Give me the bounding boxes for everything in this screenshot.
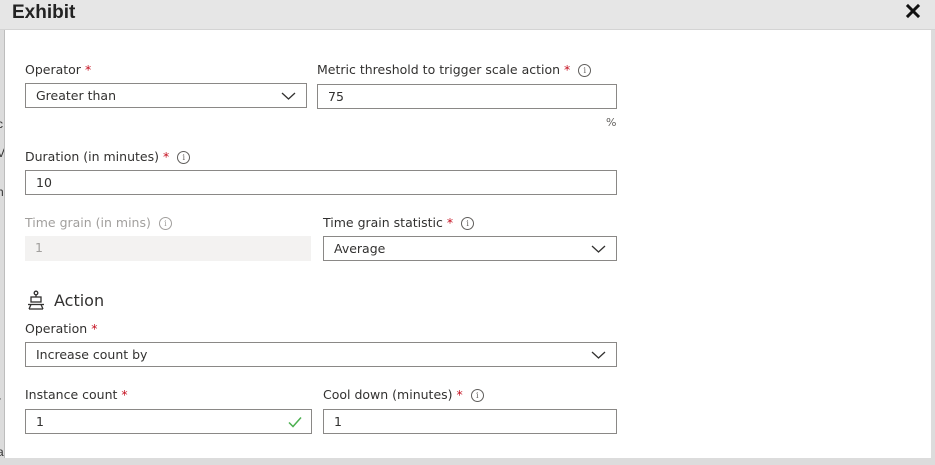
duration-input[interactable]: 10 [25, 170, 617, 195]
operator-dropdown[interactable]: Greater than [25, 83, 307, 108]
required-marker: * [121, 387, 128, 402]
background-text-fragment: c [0, 118, 3, 130]
background-text-fragment: h [0, 186, 4, 198]
metric-threshold-value: 75 [328, 89, 344, 104]
title-bar: Exhibit [0, 0, 935, 30]
background-text-fragment: V [0, 147, 4, 159]
operation-label: Operation * [25, 321, 98, 336]
required-marker: * [84, 62, 92, 77]
required-marker: * [446, 215, 454, 230]
background-text-fragment: a [0, 446, 4, 458]
dialog-frame-right [931, 30, 935, 465]
info-icon[interactable]: i [470, 389, 484, 402]
instance-count-value: 1 [36, 414, 44, 429]
dialog-frame-line [4, 30, 5, 458]
operator-value: Greater than [36, 88, 117, 103]
required-marker: * [456, 387, 463, 402]
dialog-frame-bottom [0, 458, 935, 465]
time-grain-label: Time grain (in mins) i [25, 215, 172, 231]
background-text-fragment: r [0, 395, 4, 407]
metric-threshold-label: Metric threshold to trigger scale action… [317, 62, 592, 78]
chevron-down-icon [591, 245, 606, 253]
time-grain-statistic-value: Average [334, 241, 386, 256]
time-grain-statistic-dropdown[interactable]: Average [323, 236, 617, 261]
info-icon[interactable]: i [578, 64, 592, 77]
operation-dropdown[interactable]: Increase count by [25, 342, 617, 367]
operation-value: Increase count by [36, 347, 148, 362]
operator-label: Operator * [25, 62, 92, 77]
chevron-down-icon [281, 92, 296, 100]
cool-down-input[interactable]: 1 [323, 409, 617, 434]
cool-down-label: Cool down (minutes) * i [323, 387, 484, 403]
duration-value: 10 [36, 175, 52, 190]
required-marker: * [91, 321, 98, 336]
time-grain-value: 1 [35, 240, 43, 255]
window-title: Exhibit [12, 2, 76, 23]
metric-threshold-input[interactable]: 75 [317, 84, 617, 109]
scale-action-icon [28, 290, 44, 310]
checkmark-icon [288, 417, 302, 428]
instance-count-label: Instance count * [25, 387, 128, 402]
time-grain-statistic-label: Time grain statistic * i [323, 215, 475, 231]
action-section-title: Action [54, 290, 105, 310]
threshold-unit: % [606, 116, 617, 129]
chevron-down-icon [591, 351, 606, 359]
info-icon: i [158, 217, 172, 230]
info-icon[interactable]: i [461, 217, 475, 230]
cool-down-value: 1 [334, 414, 342, 429]
required-marker: * [162, 149, 170, 164]
action-section-header: Action [26, 289, 104, 311]
time-grain-input: 1 [25, 236, 311, 261]
exhibit-window: Exhibit c V h r a Operator* Greater than… [0, 0, 935, 465]
duration-label: Duration (in minutes) * i [25, 149, 191, 165]
close-icon[interactable] [905, 3, 921, 19]
instance-count-input[interactable]: 1 [25, 409, 312, 434]
info-icon[interactable]: i [177, 151, 191, 164]
required-marker: * [564, 62, 571, 77]
